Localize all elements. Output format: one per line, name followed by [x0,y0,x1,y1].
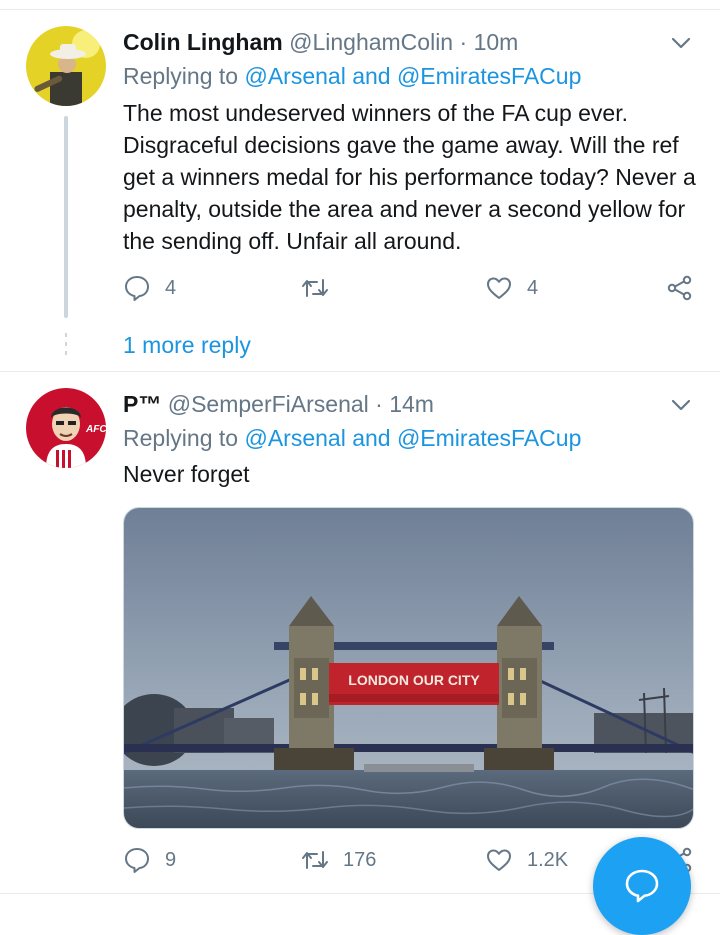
compose-reply-button[interactable] [593,837,691,935]
retweet-button[interactable] [301,272,343,304]
handle[interactable]: @SemperFiArsenal [168,391,369,417]
dot-separator: · [375,391,383,417]
more-replies-link[interactable]: 1 more reply [123,330,251,360]
like-button[interactable]: 4 [485,272,538,304]
like-icon [487,849,511,871]
retweet-icon [302,279,328,297]
retweet-icon [302,851,328,869]
thread-dots [65,333,67,355]
compose-reply-icon [625,869,659,903]
tweet-colin[interactable]: Colin Lingham @LinghamColin · 10m Replyi… [0,0,720,370]
replying-to-link[interactable]: @Arsenal and @EmiratesFACup [244,425,581,451]
replying-prefix: Replying to [123,425,239,451]
chevron-down-icon[interactable] [668,392,694,418]
retweet-button[interactable]: 176 [301,844,376,876]
reply-button[interactable]: 4 [123,272,176,304]
dot-separator: · [459,29,468,55]
tweet-header: Colin Lingham @LinghamColin · 10m [123,28,518,56]
tweet-text: The most undeserved winners of the FA cu… [123,100,696,254]
avatar[interactable] [26,26,106,106]
share-button[interactable] [666,272,694,304]
thread-line [64,116,68,318]
retweet-count: 176 [343,848,377,871]
like-icon [487,277,511,299]
replying-to: Replying to @Arsenal and @EmiratesFACup [123,61,581,91]
reply-button[interactable]: 9 [123,844,176,876]
avatar[interactable]: AFC [26,388,106,468]
replying-to-link[interactable]: @Arsenal and @EmiratesFACup [244,63,581,89]
tweet-header: P™ @SemperFiArsenal · 14m [123,390,434,418]
replying-to: Replying to @Arsenal and @EmiratesFACup [123,423,581,453]
like-count: 1.2K [527,848,569,871]
reply-icon [125,848,149,873]
display-name[interactable]: Colin Lingham [123,29,283,55]
like-button[interactable]: 1.2K [485,844,568,876]
banner-text: LONDON OUR CITY [348,672,480,688]
handle[interactable]: @LinghamColin [289,29,453,55]
reply-count: 9 [165,848,177,871]
replying-prefix: Replying to [123,63,239,89]
tweet-text: Never forget [123,461,250,487]
share-icon [667,275,692,301]
svg-text:AFC: AFC [85,424,106,435]
tweet-photo[interactable]: LONDON OUR CITY [123,507,694,829]
reply-icon [125,276,149,301]
timestamp[interactable]: 14m [389,391,434,417]
reply-count: 4 [165,276,177,299]
timestamp[interactable]: 10m [474,29,519,55]
like-count: 4 [527,276,539,299]
tweet-actions: 4 4 [123,272,698,304]
chevron-down-icon[interactable] [668,30,694,56]
display-name[interactable]: P™ [123,391,161,417]
